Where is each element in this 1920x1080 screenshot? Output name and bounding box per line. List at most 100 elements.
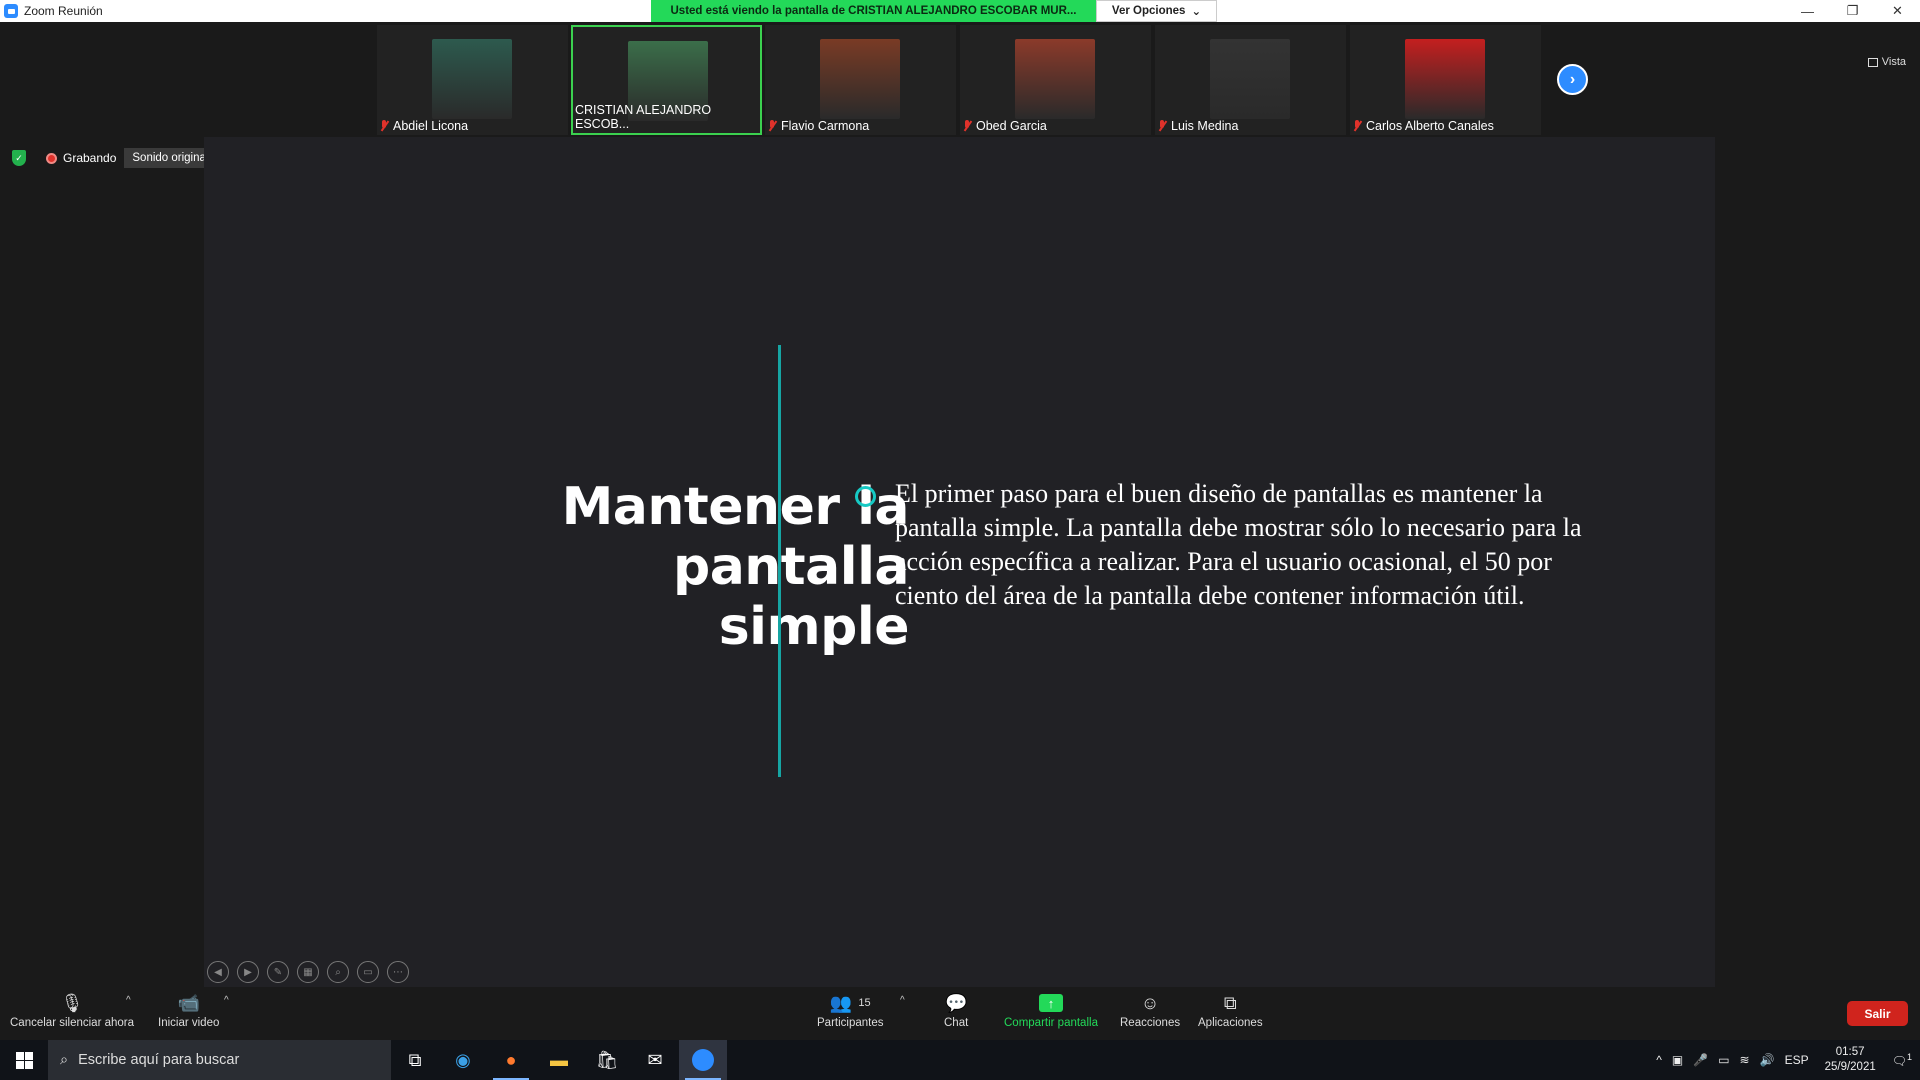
previous-slide-icon[interactable]: ◀ [207,961,229,983]
participant-name: Carlos Alberto Canales [1366,119,1494,133]
participant-name: CRISTIAN ALEJANDRO ESCOB... [575,103,712,131]
meeting-toolbar: 🎙 Cancelar silenciar ahora ^ 📹 Iniciar v… [0,987,1920,1038]
security-shield-icon[interactable]: ✓ [12,150,26,166]
windows-taskbar: ⌕ Escribe aquí para buscar ⧉ ◉ ● ▬ 🛍 ✉ ^… [0,1040,1920,1080]
start-video-label: Iniciar video [158,1017,220,1029]
recording-dot-icon [46,152,57,164]
apps-button[interactable]: ⧉ Aplicaciones [1198,991,1263,1030]
view-label: Vista [1881,56,1906,68]
participant-tile[interactable]: Abdiel Licona [377,25,568,135]
more-options-icon[interactable]: ⋯ [387,961,409,983]
participant-video [1405,39,1485,119]
participant-tile[interactable]: Carlos Alberto Canales [1350,25,1541,135]
clock-time: 01:57 [1835,1046,1865,1058]
grid-icon [1867,57,1878,67]
slide-title-line: Mantener la [561,477,910,537]
notifications-icon[interactable]: 🗨1 [1892,1052,1912,1068]
audio-options-icon[interactable]: ^ [126,995,131,1006]
battery-icon[interactable]: ▭ [1718,1053,1729,1067]
system-tray: ^ ▣ 🎤 ▭ ≋ 🔊 ESP 01:57 25/9/2021 🗨1 [1656,1040,1920,1080]
unmute-label: Cancelar silenciar ahora [10,1017,135,1029]
store-icon[interactable]: 🛍 [583,1040,631,1080]
zoom-app-icon [4,4,18,18]
view-options-label: Ver Opciones [1111,5,1186,17]
bullet-icon [855,486,876,507]
shared-screen: Mantener la pantalla simple El primer pa… [204,137,1715,987]
slide-title: Mantener la pantalla simple [489,477,910,657]
close-icon[interactable]: ✕ [1875,0,1920,22]
apps-icon: ⧉ [1223,992,1237,1013]
participant-video [820,39,900,119]
slide-body-text: El primer paso para el buen diseño de pa… [895,479,1582,610]
file-explorer-icon[interactable]: ▬ [535,1040,583,1080]
participants-button[interactable]: 👥 15 Participantes [817,991,884,1030]
clock-date: 25/9/2021 [1824,1061,1876,1073]
slide-title-line: pantalla [672,537,910,597]
participants-options-icon[interactable]: ^ [900,995,905,1006]
zoom-slide-icon[interactable]: ⌕ [327,961,349,983]
subtitles-icon[interactable]: ▭ [357,961,379,983]
participant-name: Abdiel Licona [393,119,469,133]
share-banner: Usted está viendo la pantalla de CRISTIA… [651,0,1096,22]
minimize-icon[interactable]: — [1785,0,1830,22]
mic-muted-icon [962,120,972,132]
next-slide-icon[interactable]: ▶ [237,961,259,983]
zoom-taskbar-icon[interactable] [679,1040,727,1080]
start-video-button[interactable]: 📹 Iniciar video [158,991,220,1030]
share-screen-label: Compartir pantalla [1004,1017,1098,1029]
participant-video [1210,39,1290,119]
participant-video [1015,39,1095,119]
reactions-button[interactable]: ☺ Reacciones [1120,991,1181,1030]
participant-name: Flavio Carmona [781,119,870,133]
microphone-icon[interactable]: 🎤 [1693,1053,1708,1067]
clock[interactable]: 01:57 25/9/2021 [1825,1045,1876,1075]
notification-count: 1 [1906,1052,1912,1062]
chat-label: Chat [944,1017,969,1029]
share-screen-button[interactable]: ↑ Compartir pantalla [1004,991,1098,1029]
participant-tile[interactable]: Obed Garcia [960,25,1151,135]
slideshow-controls: ◀ ▶ ✎ ▦ ⌕ ▭ ⋯ [207,961,409,983]
chat-icon: 💬 [944,992,968,1013]
unmute-button[interactable]: 🎙 Cancelar silenciar ahora [10,991,135,1030]
restore-icon[interactable]: ❐ [1830,0,1875,22]
chat-button[interactable]: 💬 Chat [944,991,969,1030]
task-view-icon[interactable]: ⧉ [391,1040,439,1080]
taskbar-search[interactable]: ⌕ Escribe aquí para buscar [48,1040,391,1080]
language-indicator[interactable]: ESP [1785,1053,1809,1067]
participant-name: Obed Garcia [976,119,1047,133]
chevron-down-icon: ⌄ [1191,6,1202,18]
chevron-up-icon[interactable]: ^ [1656,1053,1662,1067]
next-participants-button[interactable]: › [1557,64,1588,95]
mic-muted-icon [1352,120,1362,132]
participant-name: Luis Medina [1171,119,1239,133]
start-button[interactable] [0,1040,48,1080]
device-icon[interactable]: ▣ [1672,1053,1683,1067]
leave-button[interactable]: Salir [1847,1001,1908,1026]
window-controls: — ❐ ✕ [1785,0,1920,22]
participants-label: Participantes [817,1017,884,1029]
recording-indicator[interactable]: Grabando [46,151,116,165]
participant-tile[interactable]: Luis Medina [1155,25,1346,135]
wifi-icon[interactable]: ≋ [1740,1053,1750,1067]
firefox-icon[interactable]: ● [487,1040,535,1080]
video-options-icon[interactable]: ^ [224,995,229,1006]
participant-tile-active[interactable]: CRISTIAN ALEJANDRO ESCOB... [571,25,762,135]
participant-tile[interactable]: Flavio Carmona [765,25,956,135]
search-placeholder: Escribe aquí para buscar [78,1052,240,1068]
pen-icon[interactable]: ✎ [267,961,289,983]
mic-muted-icon [1157,120,1167,132]
window-title: Zoom Reunión [24,4,103,18]
mail-icon[interactable]: ✉ [631,1040,679,1080]
recording-label: Grabando [63,151,117,165]
title-bar: Zoom Reunión Usted está viendo la pantal… [0,0,1920,22]
volume-icon[interactable]: 🔊 [1760,1053,1775,1067]
mic-muted-icon [767,120,777,132]
view-button[interactable]: Vista [1867,56,1906,68]
windows-logo-icon [15,1051,33,1069]
edge-icon[interactable]: ◉ [439,1040,487,1080]
slides-overview-icon[interactable]: ▦ [297,961,319,983]
view-options-button[interactable]: Ver Opciones ⌄ [1096,0,1217,22]
reactions-label: Reacciones [1120,1017,1181,1029]
participant-strip: Abdiel Licona CRISTIAN ALEJANDRO ESCOB..… [0,22,1920,137]
share-screen-icon: ↑ [1038,994,1063,1012]
